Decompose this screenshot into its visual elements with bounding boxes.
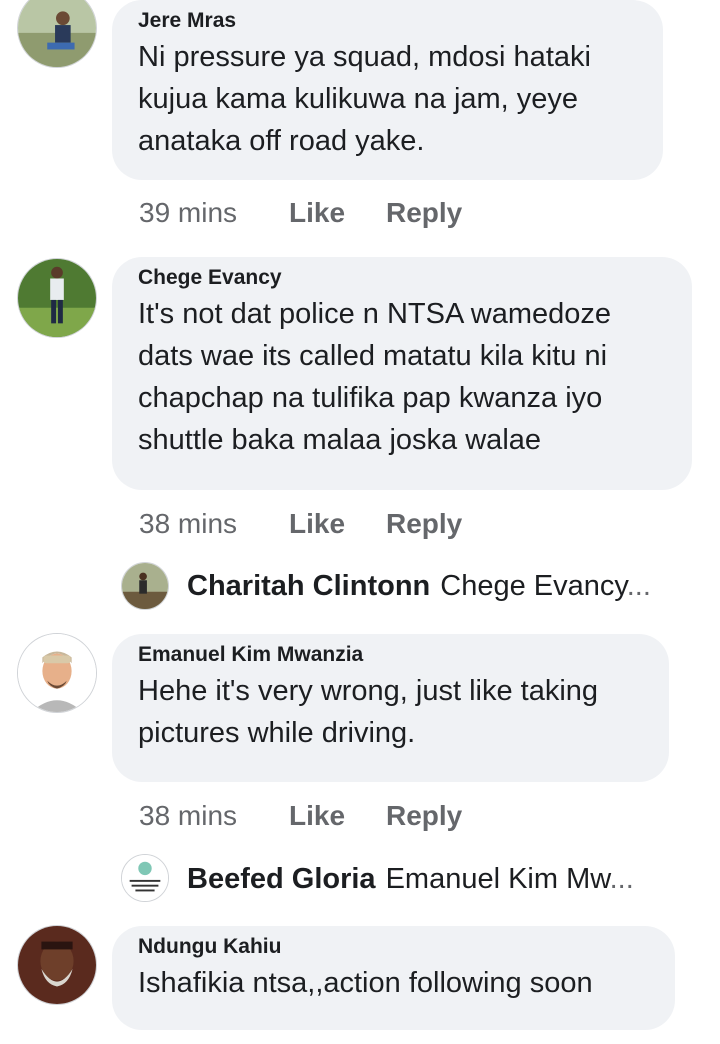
comment-author[interactable]: Emanuel Kim Mwanzia bbox=[138, 642, 643, 668]
like-button[interactable]: Like bbox=[289, 800, 386, 832]
reply-button[interactable]: Reply bbox=[386, 508, 462, 540]
comment-author[interactable]: Jere Mras bbox=[138, 8, 637, 34]
comment-timestamp[interactable]: 38 mins bbox=[139, 800, 289, 832]
sub-reply-ellipsis: ... bbox=[609, 863, 634, 895]
sub-reply-text: Emanuel Kim Mw bbox=[385, 863, 610, 895]
profile-photo-icon bbox=[18, 0, 96, 67]
reply-button[interactable]: Reply bbox=[386, 800, 462, 832]
profile-photo-icon bbox=[18, 634, 96, 712]
sub-reply-avatar[interactable] bbox=[121, 562, 169, 610]
like-button[interactable]: Like bbox=[289, 197, 386, 229]
reply-button[interactable]: Reply bbox=[386, 197, 462, 229]
comment-bubble: Ndungu Kahiu Ishafikia ntsa,,action foll… bbox=[112, 926, 675, 1030]
sub-reply-preview[interactable]: Beefed Gloria Emanuel Kim Mw... bbox=[187, 863, 634, 896]
sub-reply-avatar[interactable] bbox=[121, 854, 169, 902]
comment-text: Hehe it's very wrong, just like taking p… bbox=[138, 675, 599, 749]
profile-photo-icon bbox=[18, 926, 96, 1004]
comment-text: Ishafikia ntsa,,action following soon bbox=[138, 967, 593, 999]
profile-photo-small-icon bbox=[122, 855, 168, 901]
comment-timestamp[interactable]: 39 mins bbox=[139, 197, 289, 229]
avatar-ndungu-kahiu[interactable] bbox=[17, 925, 97, 1005]
comment-bubble: Jere Mras Ni pressure ya squad, mdosi ha… bbox=[112, 0, 663, 180]
comment-text: It's not dat police n NTSA wamedoze dats… bbox=[138, 298, 612, 456]
sub-reply-text: Chege Evancy bbox=[440, 570, 627, 602]
avatar-chege-evancy[interactable] bbox=[17, 258, 97, 338]
like-button[interactable]: Like bbox=[289, 508, 386, 540]
comment-text: Ni pressure ya squad, mdosi hataki kujua… bbox=[138, 41, 591, 157]
comment-author[interactable]: Ndungu Kahiu bbox=[138, 934, 649, 960]
sub-reply-author[interactable]: Beefed Gloria bbox=[187, 863, 376, 895]
sub-reply-author[interactable]: Charitah Clintonn bbox=[187, 570, 430, 602]
profile-photo-small-icon bbox=[122, 563, 168, 609]
comment-bubble: Chege Evancy It's not dat police n NTSA … bbox=[112, 257, 692, 490]
avatar-jere-mras[interactable] bbox=[17, 0, 97, 68]
comment-actions: 38 mins Like Reply bbox=[139, 508, 462, 540]
comment-author[interactable]: Chege Evancy bbox=[138, 265, 666, 291]
comment-bubble: Emanuel Kim Mwanzia Hehe it's very wrong… bbox=[112, 634, 669, 782]
sub-reply-preview[interactable]: Charitah Clintonn Chege Evancy... bbox=[187, 570, 651, 603]
sub-reply-ellipsis: ... bbox=[626, 570, 651, 602]
profile-photo-icon bbox=[18, 259, 96, 337]
comment-actions: 39 mins Like Reply bbox=[139, 197, 462, 229]
comment-timestamp[interactable]: 38 mins bbox=[139, 508, 289, 540]
avatar-emanuel-kim-mwanzia[interactable] bbox=[17, 633, 97, 713]
comment-actions: 38 mins Like Reply bbox=[139, 800, 462, 832]
